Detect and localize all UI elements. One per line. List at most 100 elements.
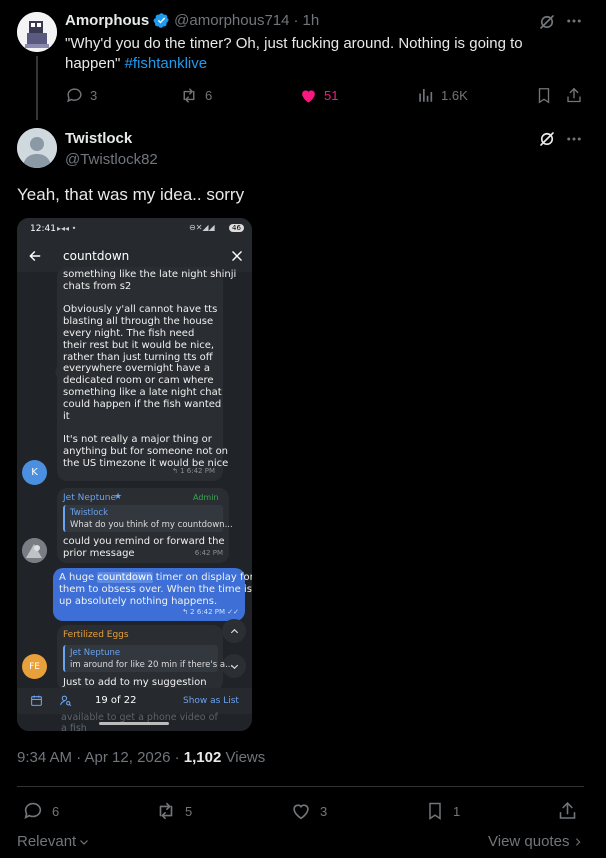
- views-count: 1.6K: [441, 87, 468, 103]
- post-timestamp[interactable]: 9:34 AM · Apr 12, 2026 ·: [17, 749, 180, 766]
- top-post-age[interactable]: 1h: [302, 12, 319, 29]
- post-views-label: Views: [225, 749, 266, 766]
- message-4-reply-text: im around for like 20 min if there's a..…: [70, 660, 234, 670]
- message-1-line: could happen if the fish wanted: [63, 398, 222, 410]
- analytics-icon: [417, 86, 435, 104]
- main-post-handle[interactable]: @Twistlock82: [65, 151, 158, 168]
- views-button[interactable]: 1.6K: [417, 86, 468, 104]
- twistlock-avatar[interactable]: [17, 128, 57, 168]
- chevron-down-icon: [78, 836, 90, 848]
- amorphous-avatar[interactable]: [17, 12, 57, 52]
- message-2-reply-name: Twistlock: [70, 508, 109, 518]
- view-quotes-label: View quotes: [488, 833, 570, 850]
- message-4-reply-quote[interactable]: Jet Neptune im around for like 20 min if…: [63, 645, 233, 672]
- message-3-text-a: A huge: [59, 572, 98, 583]
- share-icon[interactable]: [565, 86, 583, 105]
- top-post-display-name[interactable]: Amorphous: [65, 12, 149, 29]
- post-views-count: 1,102: [183, 749, 222, 766]
- message-bubble-3[interactable]: A huge countdown timer on display for th…: [53, 568, 252, 621]
- user-search-icon[interactable]: [59, 694, 72, 707]
- message-1-line: [63, 422, 217, 434]
- search-highlight: countdown: [97, 572, 153, 583]
- avatar-fe[interactable]: FE: [22, 654, 47, 679]
- main-action-bar: 6 5 3 1: [0, 798, 606, 824]
- scroll-up-button[interactable]: [222, 619, 246, 643]
- show-as-list-button[interactable]: Show as List: [183, 696, 239, 706]
- message-1-line: It's not really a major thing or: [63, 434, 212, 446]
- grok-icon[interactable]: [538, 130, 556, 148]
- thread-line: [36, 56, 38, 120]
- share-icon[interactable]: [557, 800, 578, 822]
- reply-button[interactable]: 3: [65, 86, 97, 105]
- avatar-jet-neptune[interactable]: [22, 538, 47, 563]
- reply-icon: [65, 86, 84, 105]
- attached-screenshot[interactable]: 12:41 ▸◂◂ • 46 ⊖✕◢◢ countdown something …: [17, 218, 252, 731]
- calendar-icon[interactable]: [30, 694, 43, 707]
- message-3-line-1: A huge countdown timer on display for: [59, 572, 252, 584]
- bookmark-icon[interactable]: [535, 86, 553, 105]
- message-bubble-1[interactable]: something like the late night shinji chat…: [57, 267, 236, 481]
- more-options-icon[interactable]: [565, 12, 583, 30]
- phone-battery-badge: 46: [229, 224, 244, 232]
- main-bookmark-button[interactable]: 1: [425, 800, 460, 822]
- message-3-meta: ↰ 2 6:42 PM ✓✓: [182, 608, 239, 617]
- chevron-right-icon: [573, 836, 583, 848]
- verified-badge-icon: [153, 12, 170, 29]
- message-1-line: Obviously y'all cannot have tts: [63, 304, 218, 316]
- phone-signal-icons: ⊖✕◢◢: [189, 223, 215, 232]
- message-bubble-2[interactable]: Jet Neptune ★ Admin Twistlock What do yo…: [57, 488, 233, 563]
- avatar-fe-initials: FE: [29, 661, 40, 672]
- reply-icon: [22, 800, 44, 822]
- main-repost-count: 5: [185, 803, 193, 819]
- main-post-display-name[interactable]: Twistlock: [65, 130, 132, 147]
- view-quotes-link[interactable]: View quotes: [488, 833, 583, 850]
- heart-icon: [290, 800, 312, 822]
- more-options-icon[interactable]: [565, 130, 583, 148]
- main-like-button[interactable]: 3: [290, 800, 327, 822]
- message-bubble-4[interactable]: Fertilized Eggs Jet Neptune im around fo…: [57, 625, 233, 691]
- message-4-reply-name: Jet Neptune: [70, 648, 121, 658]
- phone-search-query[interactable]: countdown: [63, 249, 129, 263]
- message-2-time: 6:42 PM: [194, 549, 223, 558]
- message-1-line: it: [63, 410, 70, 422]
- search-result-counter: 19 of 22: [95, 695, 137, 706]
- repost-count: 6: [205, 88, 213, 103]
- message-1-line: something like a late night chat: [63, 386, 222, 398]
- post-timestamp-row: 9:34 AM · Apr 12, 2026 · 1,102 Views: [17, 749, 265, 766]
- grok-icon[interactable]: [538, 13, 556, 31]
- message-2-reply-quote[interactable]: Twistlock What do you think of my countd…: [63, 505, 233, 532]
- avatar-k[interactable]: K: [22, 460, 47, 485]
- close-icon[interactable]: [230, 249, 244, 263]
- main-repost-button[interactable]: 5: [155, 800, 192, 822]
- like-button[interactable]: 51: [299, 86, 338, 105]
- back-arrow-icon[interactable]: [28, 249, 42, 263]
- message-1-line: blasting all through the house: [63, 316, 214, 328]
- phone-status-bar: 12:41 ▸◂◂ • 46 ⊖✕◢◢: [17, 218, 252, 240]
- message-1-line: chats from s2: [63, 280, 132, 292]
- hashtag-link[interactable]: #fishtanklive: [125, 55, 208, 72]
- message-1-line: rather than just turning tts off: [63, 351, 213, 363]
- repost-icon: [155, 800, 177, 822]
- repost-icon: [179, 86, 199, 105]
- sort-label: Relevant: [17, 833, 77, 850]
- avatar-k-initial: K: [31, 467, 38, 478]
- main-reply-count: 6: [52, 803, 60, 819]
- star-icon: ★: [114, 492, 123, 502]
- message-2-sender[interactable]: Jet Neptune: [63, 493, 116, 505]
- divider: [17, 786, 584, 787]
- sort-dropdown[interactable]: Relevant: [17, 833, 90, 850]
- top-post-handle[interactable]: @amorphous714: [174, 12, 289, 29]
- repost-button[interactable]: 6: [179, 86, 212, 105]
- like-count: 51: [324, 88, 339, 103]
- chevron-up-icon: [230, 628, 238, 633]
- message-4-sender[interactable]: Fertilized Eggs: [63, 630, 129, 642]
- message-1-text: something like the late night shinji chat…: [63, 269, 236, 470]
- search-results-bar: 19 of 22 Show as List: [17, 688, 252, 714]
- main-reply-button[interactable]: 6: [22, 800, 59, 822]
- message-2-line-1: could you remind or forward the: [63, 536, 225, 547]
- bookmark-icon: [425, 800, 445, 822]
- message-3-line-3: up absolutely nothing happens.: [59, 595, 218, 607]
- phone-status-time: 12:41: [30, 224, 56, 234]
- main-bookmark-count: 1: [453, 803, 461, 819]
- message-1-line: [63, 293, 217, 305]
